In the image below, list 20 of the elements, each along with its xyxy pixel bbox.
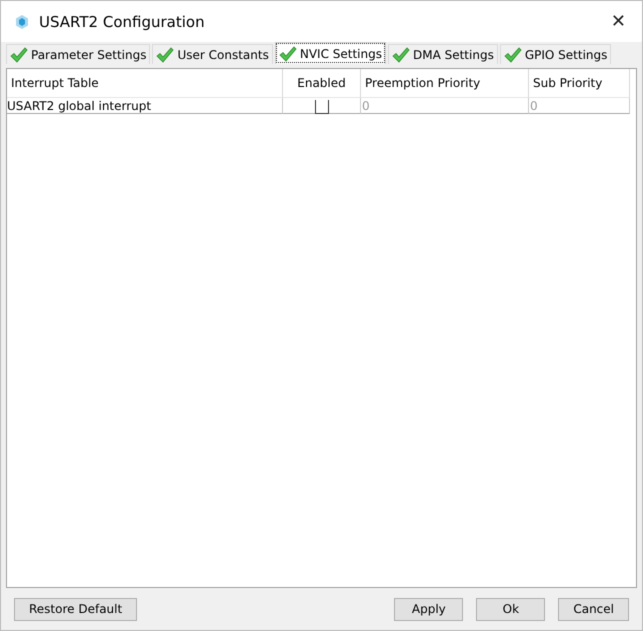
cube-icon [14,14,30,30]
tab[interactable]: GPIO Settings [500,44,612,64]
tab[interactable]: User Constants [152,44,273,64]
dialog-button[interactable]: Ok [476,598,546,620]
tab[interactable]: DMA Settings [388,44,498,64]
column-header: Interrupt Table [7,69,283,98]
window-title: USART2 Configuration [39,12,206,30]
dialog-button[interactable]: Cancel [558,598,629,620]
column-header: Sub Priority [529,69,630,98]
table-cell: USART2 global interrupt [7,98,283,114]
tab[interactable]: NVIC Settings [274,42,386,64]
column-header: Preemption Priority [361,69,529,98]
tab[interactable]: Parameter Settings [6,44,150,64]
table-cell: 0 [529,98,630,114]
restore-default-button[interactable]: Restore Default [14,598,138,620]
column-header: Enabled [283,69,361,98]
table-cell: 0 [361,98,529,114]
dialog-button[interactable]: Apply [394,598,464,620]
checkbox[interactable] [314,100,328,114]
close-button[interactable]: ✕ [604,11,632,32]
